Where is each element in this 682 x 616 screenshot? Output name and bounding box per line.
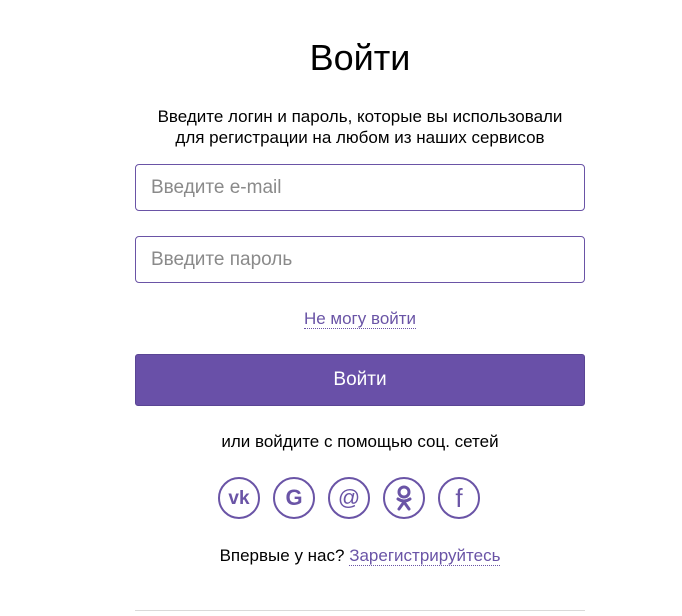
odnoklassniki-login-button[interactable] bbox=[383, 477, 425, 519]
cant-login-row: Не могу войти bbox=[0, 309, 682, 329]
social-login-caption: или войдите с помощью соц. сетей bbox=[221, 432, 499, 451]
instructions-line-1: Введите логин и пароль, которые вы испол… bbox=[157, 107, 563, 126]
register-prompt: Впервые у нас? bbox=[219, 546, 345, 565]
svg-text:vk: vk bbox=[228, 488, 250, 508]
bottom-divider bbox=[135, 610, 585, 611]
vk-icon: vk bbox=[228, 488, 250, 508]
cant-login-link[interactable]: Не могу войти bbox=[303, 309, 417, 329]
social-login-buttons: vk G @ f bbox=[218, 477, 480, 519]
email-field[interactable] bbox=[135, 164, 585, 211]
odnoklassniki-icon bbox=[396, 485, 412, 511]
facebook-icon: f bbox=[455, 484, 463, 512]
google-icon: G bbox=[285, 485, 302, 510]
vk-login-button[interactable]: vk bbox=[218, 477, 260, 519]
password-field[interactable] bbox=[135, 236, 585, 283]
svg-text:G: G bbox=[285, 485, 302, 510]
register-link[interactable]: Зарегистрируйтесь bbox=[349, 546, 501, 566]
svg-text:@: @ bbox=[338, 485, 360, 510]
login-button[interactable]: Войти bbox=[135, 354, 585, 406]
register-row: Впервые у нас? Зарегистрируйтесь bbox=[0, 546, 682, 566]
login-instructions: Введите логин и пароль, которые вы испол… bbox=[0, 106, 682, 148]
mail-login-button[interactable]: @ bbox=[328, 477, 370, 519]
facebook-login-button[interactable]: f bbox=[438, 477, 480, 519]
svg-text:f: f bbox=[455, 484, 463, 512]
at-icon: @ bbox=[338, 485, 360, 510]
page-title: Войти bbox=[309, 37, 411, 78]
instructions-line-2: для регистрации на любом из наших сервис… bbox=[175, 128, 545, 147]
google-login-button[interactable]: G bbox=[273, 477, 315, 519]
